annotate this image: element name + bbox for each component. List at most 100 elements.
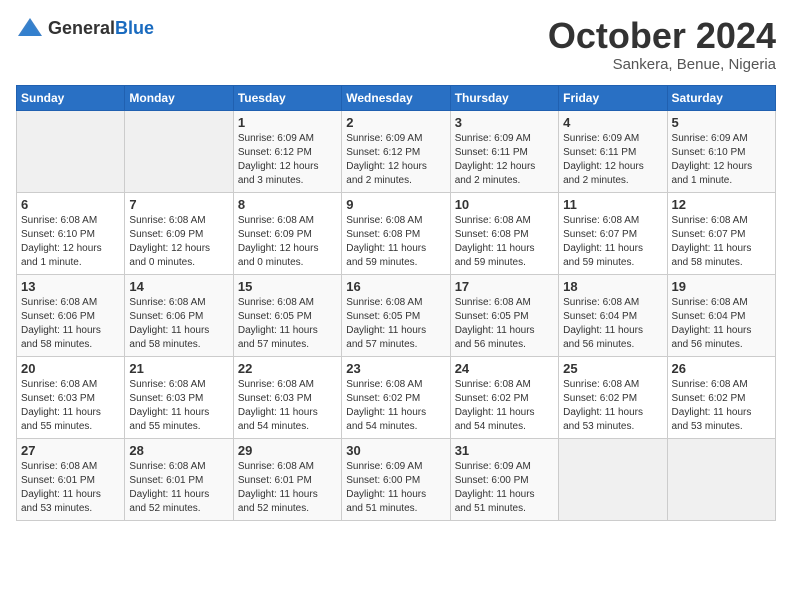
day-content: Sunrise: 6:08 AM Sunset: 6:02 PM Dayligh… bbox=[455, 378, 554, 434]
calendar-cell: 26Sunrise: 6:08 AM Sunset: 6:02 PM Dayli… bbox=[667, 356, 775, 438]
day-content: Sunrise: 6:09 AM Sunset: 6:00 PM Dayligh… bbox=[455, 460, 554, 516]
day-number: 17 bbox=[455, 279, 554, 294]
week-row-2: 6 Sunrise: 6:08 AM Sunset: 6:10 PM Daylig… bbox=[17, 192, 776, 274]
day-number: 6 bbox=[21, 197, 120, 212]
calendar-cell: 31Sunrise: 6:09 AM Sunset: 6:00 PM Dayli… bbox=[450, 438, 558, 520]
day-header-monday: Monday bbox=[125, 85, 233, 110]
day-header-friday: Friday bbox=[559, 85, 667, 110]
day-header-thursday: Thursday bbox=[450, 85, 558, 110]
day-content: Sunrise: 6:08 AM Sunset: 6:09 PM Dayligh… bbox=[129, 214, 228, 270]
day-number: 14 bbox=[129, 279, 228, 294]
day-number: 5 bbox=[672, 115, 771, 130]
logo-text: GeneralBlue bbox=[48, 18, 154, 39]
day-header-sunday: Sunday bbox=[17, 85, 125, 110]
day-content: Sunrise: 6:09 AM Sunset: 6:11 PM Dayligh… bbox=[563, 132, 662, 188]
week-row-5: 27 Sunrise: 6:08 AM Sunset: 6:01 PM Dayli… bbox=[17, 438, 776, 520]
day-header-tuesday: Tuesday bbox=[233, 85, 341, 110]
calendar-cell: 30Sunrise: 6:09 AM Sunset: 6:00 PM Dayli… bbox=[342, 438, 450, 520]
day-content: Sunrise: 6:09 AM Sunset: 6:12 PM Dayligh… bbox=[238, 132, 337, 188]
calendar-cell: 13Sunrise: 6:08 AM Sunset: 6:06 PM Dayli… bbox=[17, 274, 125, 356]
header-row: SundayMondayTuesdayWednesdayThursdayFrid… bbox=[17, 85, 776, 110]
day-number: 27 bbox=[21, 443, 120, 458]
day-content: Sunrise: 6:08 AM Sunset: 6:07 PM Dayligh… bbox=[563, 214, 662, 270]
day-content: Sunrise: 6:08 AM Sunset: 6:09 PM Dayligh… bbox=[238, 214, 337, 270]
week-row-1: 1Sunrise: 6:09 AM Sunset: 6:12 PM Daylig… bbox=[17, 110, 776, 192]
day-number: 21 bbox=[129, 361, 228, 376]
day-content: Sunrise: 6:08 AM Sunset: 6:03 PM Dayligh… bbox=[238, 378, 337, 434]
day-content: Sunrise: 6:08 AM Sunset: 6:05 PM Dayligh… bbox=[455, 296, 554, 352]
day-number: 3 bbox=[455, 115, 554, 130]
day-content: Sunrise: 6:08 AM Sunset: 6:08 PM Dayligh… bbox=[455, 214, 554, 270]
calendar-cell: 24Sunrise: 6:08 AM Sunset: 6:02 PM Dayli… bbox=[450, 356, 558, 438]
calendar-cell: 20Sunrise: 6:08 AM Sunset: 6:03 PM Dayli… bbox=[17, 356, 125, 438]
calendar-cell: 1Sunrise: 6:09 AM Sunset: 6:12 PM Daylig… bbox=[233, 110, 341, 192]
month-title: October 2024 bbox=[548, 16, 776, 56]
day-header-saturday: Saturday bbox=[667, 85, 775, 110]
day-number: 10 bbox=[455, 197, 554, 212]
calendar-cell: 16 Sunrise: 6:08 AM Sunset: 6:05 PM Dayli… bbox=[342, 274, 450, 356]
calendar-cell: 6 Sunrise: 6:08 AM Sunset: 6:10 PM Daylig… bbox=[17, 192, 125, 274]
day-content: Sunrise: 6:08 AM Sunset: 6:06 PM Dayligh… bbox=[129, 296, 228, 352]
day-content: Sunrise: 6:08 AM Sunset: 6:04 PM Dayligh… bbox=[563, 296, 662, 352]
logo-blue: Blue bbox=[115, 18, 154, 38]
calendar-cell: 10 Sunrise: 6:08 AM Sunset: 6:08 PM Dayli… bbox=[450, 192, 558, 274]
day-number: 7 bbox=[129, 197, 228, 212]
calendar-cell: 25 Sunrise: 6:08 AM Sunset: 6:02 PM Dayli… bbox=[559, 356, 667, 438]
page-header: GeneralBlue October 2024 Sankera, Benue,… bbox=[16, 16, 776, 73]
calendar-cell: 21 Sunrise: 6:08 AM Sunset: 6:03 PM Dayli… bbox=[125, 356, 233, 438]
calendar-cell bbox=[667, 438, 775, 520]
day-number: 15 bbox=[238, 279, 337, 294]
day-content: Sunrise: 6:08 AM Sunset: 6:05 PM Dayligh… bbox=[238, 296, 337, 352]
calendar-cell bbox=[559, 438, 667, 520]
day-number: 4 bbox=[563, 115, 662, 130]
title-block: October 2024 Sankera, Benue, Nigeria bbox=[548, 16, 776, 73]
day-number: 12 bbox=[672, 197, 771, 212]
calendar-cell: 3Sunrise: 6:09 AM Sunset: 6:11 PM Daylig… bbox=[450, 110, 558, 192]
location-subtitle: Sankera, Benue, Nigeria bbox=[548, 56, 776, 73]
day-number: 25 bbox=[563, 361, 662, 376]
calendar-cell: 19 Sunrise: 6:08 AM Sunset: 6:04 PM Dayli… bbox=[667, 274, 775, 356]
day-content: Sunrise: 6:08 AM Sunset: 6:10 PM Dayligh… bbox=[21, 214, 120, 270]
day-content: Sunrise: 6:08 AM Sunset: 6:01 PM Dayligh… bbox=[129, 460, 228, 516]
logo: GeneralBlue bbox=[16, 16, 154, 40]
day-content: Sunrise: 6:08 AM Sunset: 6:01 PM Dayligh… bbox=[238, 460, 337, 516]
day-number: 2 bbox=[346, 115, 445, 130]
calendar-cell: 22Sunrise: 6:08 AM Sunset: 6:03 PM Dayli… bbox=[233, 356, 341, 438]
day-content: Sunrise: 6:09 AM Sunset: 6:12 PM Dayligh… bbox=[346, 132, 445, 188]
calendar-cell: 11Sunrise: 6:08 AM Sunset: 6:07 PM Dayli… bbox=[559, 192, 667, 274]
calendar-cell: 5 Sunrise: 6:09 AM Sunset: 6:10 PM Daylig… bbox=[667, 110, 775, 192]
day-number: 19 bbox=[672, 279, 771, 294]
day-content: Sunrise: 6:08 AM Sunset: 6:06 PM Dayligh… bbox=[21, 296, 120, 352]
day-number: 28 bbox=[129, 443, 228, 458]
day-number: 30 bbox=[346, 443, 445, 458]
day-number: 29 bbox=[238, 443, 337, 458]
week-row-3: 13Sunrise: 6:08 AM Sunset: 6:06 PM Dayli… bbox=[17, 274, 776, 356]
day-content: Sunrise: 6:09 AM Sunset: 6:10 PM Dayligh… bbox=[672, 132, 771, 188]
calendar-cell: 29 Sunrise: 6:08 AM Sunset: 6:01 PM Dayli… bbox=[233, 438, 341, 520]
calendar-cell: 8 Sunrise: 6:08 AM Sunset: 6:09 PM Daylig… bbox=[233, 192, 341, 274]
calendar-cell: 28 Sunrise: 6:08 AM Sunset: 6:01 PM Dayli… bbox=[125, 438, 233, 520]
day-content: Sunrise: 6:08 AM Sunset: 6:04 PM Dayligh… bbox=[672, 296, 771, 352]
week-row-4: 20 Sunrise: 6:08 AM Sunset: 6:03 PM Dayli… bbox=[17, 356, 776, 438]
logo-general: General bbox=[48, 18, 115, 38]
day-number: 23 bbox=[346, 361, 445, 376]
day-content: Sunrise: 6:08 AM Sunset: 6:02 PM Dayligh… bbox=[563, 378, 662, 434]
logo-icon bbox=[16, 16, 44, 40]
day-number: 9 bbox=[346, 197, 445, 212]
calendar-cell: 15 Sunrise: 6:08 AM Sunset: 6:05 PM Dayli… bbox=[233, 274, 341, 356]
day-content: Sunrise: 6:08 AM Sunset: 6:05 PM Dayligh… bbox=[346, 296, 445, 352]
day-content: Sunrise: 6:08 AM Sunset: 6:07 PM Dayligh… bbox=[672, 214, 771, 270]
day-number: 16 bbox=[346, 279, 445, 294]
day-content: Sunrise: 6:08 AM Sunset: 6:08 PM Dayligh… bbox=[346, 214, 445, 270]
calendar-cell: 12 Sunrise: 6:08 AM Sunset: 6:07 PM Dayli… bbox=[667, 192, 775, 274]
day-content: Sunrise: 6:08 AM Sunset: 6:03 PM Dayligh… bbox=[129, 378, 228, 434]
day-number: 20 bbox=[21, 361, 120, 376]
day-number: 8 bbox=[238, 197, 337, 212]
day-content: Sunrise: 6:08 AM Sunset: 6:01 PM Dayligh… bbox=[21, 460, 120, 516]
calendar-cell: 9 Sunrise: 6:08 AM Sunset: 6:08 PM Daylig… bbox=[342, 192, 450, 274]
day-content: Sunrise: 6:08 AM Sunset: 6:02 PM Dayligh… bbox=[672, 378, 771, 434]
calendar-cell: 23 Sunrise: 6:08 AM Sunset: 6:02 PM Dayli… bbox=[342, 356, 450, 438]
day-number: 18 bbox=[563, 279, 662, 294]
day-content: Sunrise: 6:08 AM Sunset: 6:02 PM Dayligh… bbox=[346, 378, 445, 434]
day-header-wednesday: Wednesday bbox=[342, 85, 450, 110]
